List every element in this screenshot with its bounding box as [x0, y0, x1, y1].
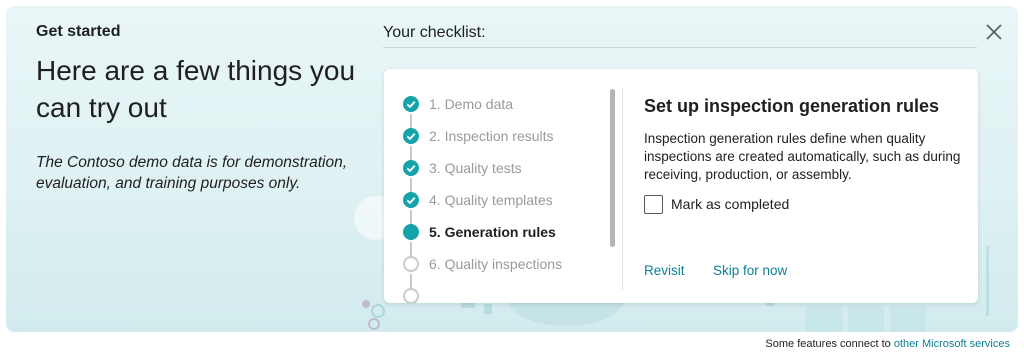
- detail-title: Set up inspection generation rules: [644, 96, 940, 116]
- step-label: 4. Quality templates: [429, 192, 553, 208]
- detail-description: Inspection generation rules define when …: [644, 131, 961, 182]
- microsoft-services-link[interactable]: other Microsoft services: [894, 338, 1010, 350]
- step-quality-templates[interactable]: 4. Quality templates: [398, 185, 608, 217]
- skip-for-now-link[interactable]: Skip for now: [713, 263, 787, 278]
- steps-scrollbar[interactable]: [610, 89, 615, 247]
- footer-text: Some features connect to: [765, 338, 891, 350]
- close-icon: [986, 24, 1002, 40]
- step-generation-rules[interactable]: 5. Generation rules: [398, 217, 608, 249]
- get-started-panel: Get started Here are a few things you ca…: [6, 6, 1018, 332]
- page-headline: Here are a few things you can try out: [36, 55, 356, 123]
- checkbox-label: Mark as completed: [671, 196, 790, 212]
- footer-note: Some features connect to other Microsoft…: [765, 338, 1010, 350]
- checklist-divider: [383, 47, 977, 48]
- step-quality-inspections[interactable]: 6. Quality inspections: [398, 249, 608, 281]
- step-next[interactable]: [398, 281, 608, 303]
- step-label: 1. Demo data: [429, 96, 514, 112]
- step-label: 6. Quality inspections: [429, 256, 563, 272]
- checkbox-box[interactable]: [644, 195, 663, 214]
- checklist-card: 1. Demo data 2. Inspection results 3. Qu…: [384, 69, 978, 303]
- step-inspection-results[interactable]: 2. Inspection results: [398, 121, 608, 153]
- eyebrow-title: Get started: [36, 23, 121, 40]
- close-button[interactable]: [981, 19, 1007, 45]
- step-demo-data[interactable]: 1. Demo data: [398, 89, 608, 121]
- check-circle-icon: [403, 192, 419, 208]
- step-label: 3. Quality tests: [429, 160, 522, 176]
- checklist-title: Your checklist:: [383, 24, 486, 41]
- checklist-steps: 1. Demo data 2. Inspection results 3. Qu…: [384, 69, 612, 303]
- current-step-icon: [403, 224, 419, 240]
- step-label: 5. Generation rules: [429, 224, 556, 240]
- empty-circle-icon: [403, 288, 419, 303]
- step-label: 2. Inspection results: [429, 128, 554, 144]
- step-quality-tests[interactable]: 3. Quality tests: [398, 153, 608, 185]
- demo-data-note: The Contoso demo data is for demonstrati…: [36, 154, 348, 192]
- revisit-link[interactable]: Revisit: [644, 263, 685, 278]
- card-divider: [622, 87, 623, 290]
- check-circle-icon: [403, 96, 419, 112]
- check-circle-icon: [403, 160, 419, 176]
- check-circle-icon: [403, 128, 419, 144]
- empty-circle-icon: [403, 256, 419, 272]
